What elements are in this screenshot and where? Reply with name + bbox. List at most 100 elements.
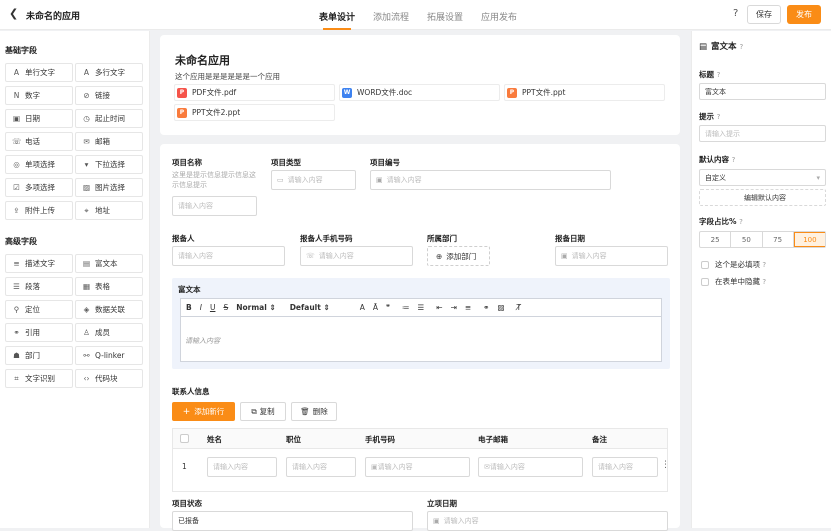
field-label: 多行文字 [95,68,125,77]
name-cell-input[interactable]: 请输入内容 [207,457,277,477]
field-item[interactable]: ‹› 代码块 [75,369,143,388]
add-dept-button[interactable]: ⊕ 添加部门 [427,246,490,266]
bold-icon[interactable]: B [186,303,192,312]
richtext-editor[interactable]: 请输入内容 [180,317,662,362]
field-item[interactable]: ⚲ 定位 [5,300,73,319]
field-item[interactable]: ⌖ 地址 [75,201,143,220]
field-item[interactable]: ◈ 数据关联 [75,300,143,319]
title-input[interactable]: 富文本 [699,83,826,100]
project-no-input[interactable]: ▣ 请输入内容 [370,170,611,190]
ratio-option[interactable]: 25 [700,232,732,247]
field-label: 定位 [25,305,40,314]
field-item[interactable]: ≡ 描述文字 [5,254,73,273]
edit-default-button[interactable]: 编辑默认内容 [699,189,826,206]
file-attachment[interactable]: P PPT文件2.ppt [174,104,335,121]
select-all-checkbox[interactable] [180,434,189,443]
form-description[interactable]: 这个应用是是是是是是一个应用 [175,71,280,82]
file-attachment[interactable]: W WORD文件.doc [339,84,500,101]
field-item[interactable]: ⇪ 附件上传 [5,201,73,220]
save-button[interactable]: 保存 [747,5,781,24]
field-item[interactable]: A 单行文字 [5,63,73,82]
link-icon[interactable]: ⚭ [483,303,489,312]
default-label: 默认内容 ? [699,155,736,164]
field-type-icon: ▦ [82,282,91,291]
background-color-icon[interactable]: Ā [373,303,378,312]
field-item[interactable]: ☏ 电话 [5,132,73,151]
align-icon[interactable]: ≡ [465,303,471,312]
hint-input[interactable]: 请输入提示 [699,125,826,142]
project-name-input[interactable]: 请输入内容 [172,196,257,216]
chevron-left-icon[interactable]: ❮ [9,7,18,20]
bullet-list-icon[interactable]: ☰ [418,303,425,312]
delete-button[interactable]: 🗑 删除 [291,402,337,421]
tab-extension-settings[interactable]: 拓展设置 [418,0,472,30]
field-item[interactable]: ▾ 下拉选择 [75,155,143,174]
ratio-option-selected[interactable]: 100 [793,232,825,247]
outdent-icon[interactable]: ⇤ [436,303,442,312]
tab-add-flow[interactable]: 添加流程 [364,0,418,30]
remark-cell-input[interactable]: 请输入内容 [592,457,658,477]
richtext-field[interactable]: 富文本 B I U S Normal ⇕ Default ⇕ A Ā ❞ ≔ ☰… [172,278,670,369]
project-name-hint: 这里是提示信息提示信息这示信息提示 [172,171,256,189]
contacts-table: 姓名 职位 手机号码 电子邮箱 备注 1 请输入内容 请输入内容 ▣ 请输入内容 … [172,428,670,492]
more-vertical-icon[interactable]: ⋮ [661,460,670,470]
field-item[interactable]: ☗ 部门 [5,346,73,365]
reporter-phone-input[interactable]: ☏ 请输入内容 [300,246,413,266]
reporter-label: 报备人 [172,234,195,243]
strike-icon[interactable]: S [223,303,228,312]
ratio-option[interactable]: 75 [763,232,794,247]
setup-date-input[interactable]: ▣ 请输入内容 [427,511,668,531]
field-item[interactable]: ⚭ 引用 [5,323,73,342]
field-item[interactable]: N 数字 [5,86,73,105]
tab-app-publish[interactable]: 应用发布 [472,0,526,30]
field-item[interactable]: ⊘ 链接 [75,86,143,105]
field-item[interactable]: ☑ 多项选择 [5,178,73,197]
field-item[interactable]: ⚯ Q-linker [75,346,143,365]
publish-button[interactable]: 发布 [787,5,821,24]
project-type-select[interactable]: ▭ 请输入内容 [271,170,356,190]
underline-icon[interactable]: U [210,303,216,312]
italic-icon[interactable]: I [200,303,202,312]
status-input[interactable]: 已报备 [172,511,413,531]
email-cell-input[interactable]: ✉ 请输入内容 [478,457,583,477]
hidden-checkbox[interactable]: 在表单中隐藏 ? [701,276,766,287]
field-label: 地址 [95,206,110,215]
field-item[interactable]: ◎ 单项选择 [5,155,73,174]
add-row-button[interactable]: + 添加新行 [172,402,235,421]
header-select[interactable]: Normal ⇕ [236,303,275,312]
file-attachment[interactable]: P PPT文件.ppt [504,84,665,101]
field-item[interactable]: ♙ 成员 [75,323,143,342]
field-type-icon: ◷ [83,114,90,123]
indent-icon[interactable]: ⇥ [451,303,457,312]
report-date-input[interactable]: ▣ 请输入内容 [555,246,668,266]
font-select[interactable]: Default ⇕ [290,303,346,312]
quote-icon[interactable]: ❞ [386,303,390,312]
field-item[interactable]: ▤ 富文本 [75,254,143,273]
file-attachment[interactable]: P PDF文件.pdf [174,84,335,101]
field-item[interactable]: ☰ 段落 [5,277,73,296]
tab-form-design[interactable]: 表单设计 [310,0,364,30]
field-type-icon: ⌗ [14,373,19,383]
default-select[interactable]: 自定义 ▾ [699,169,826,186]
clear-format-icon[interactable]: T̸ [517,303,522,312]
copy-button[interactable]: ⧉ 复制 [240,402,286,421]
field-item[interactable]: ◷ 起止时间 [75,109,143,128]
field-item[interactable]: A 多行文字 [75,63,143,82]
position-cell-input[interactable]: 请输入内容 [286,457,356,477]
ordered-list-icon[interactable]: ≔ [402,303,410,312]
phone-cell-input[interactable]: ▣ 请输入内容 [365,457,470,477]
field-item[interactable]: ▦ 表格 [75,277,143,296]
richtext-label: 富文本 [178,285,201,294]
image-icon[interactable]: ▨ [497,303,504,312]
reporter-input[interactable]: 请输入内容 [172,246,285,266]
field-item[interactable]: ▣ 日期 [5,109,73,128]
font-color-icon[interactable]: A [360,303,365,312]
ratio-option[interactable]: 50 [731,232,763,247]
field-item[interactable]: ✉ 邮箱 [75,132,143,151]
field-item[interactable]: ▨ 图片选择 [75,178,143,197]
form-name[interactable]: 未命名应用 [175,52,230,68]
field-item[interactable]: ⌗ 文字识别 [5,369,73,388]
field-label: 成员 [95,328,110,337]
help-icon[interactable]: ? [733,8,738,19]
required-checkbox[interactable]: 这个是必填项 ? [701,259,766,270]
